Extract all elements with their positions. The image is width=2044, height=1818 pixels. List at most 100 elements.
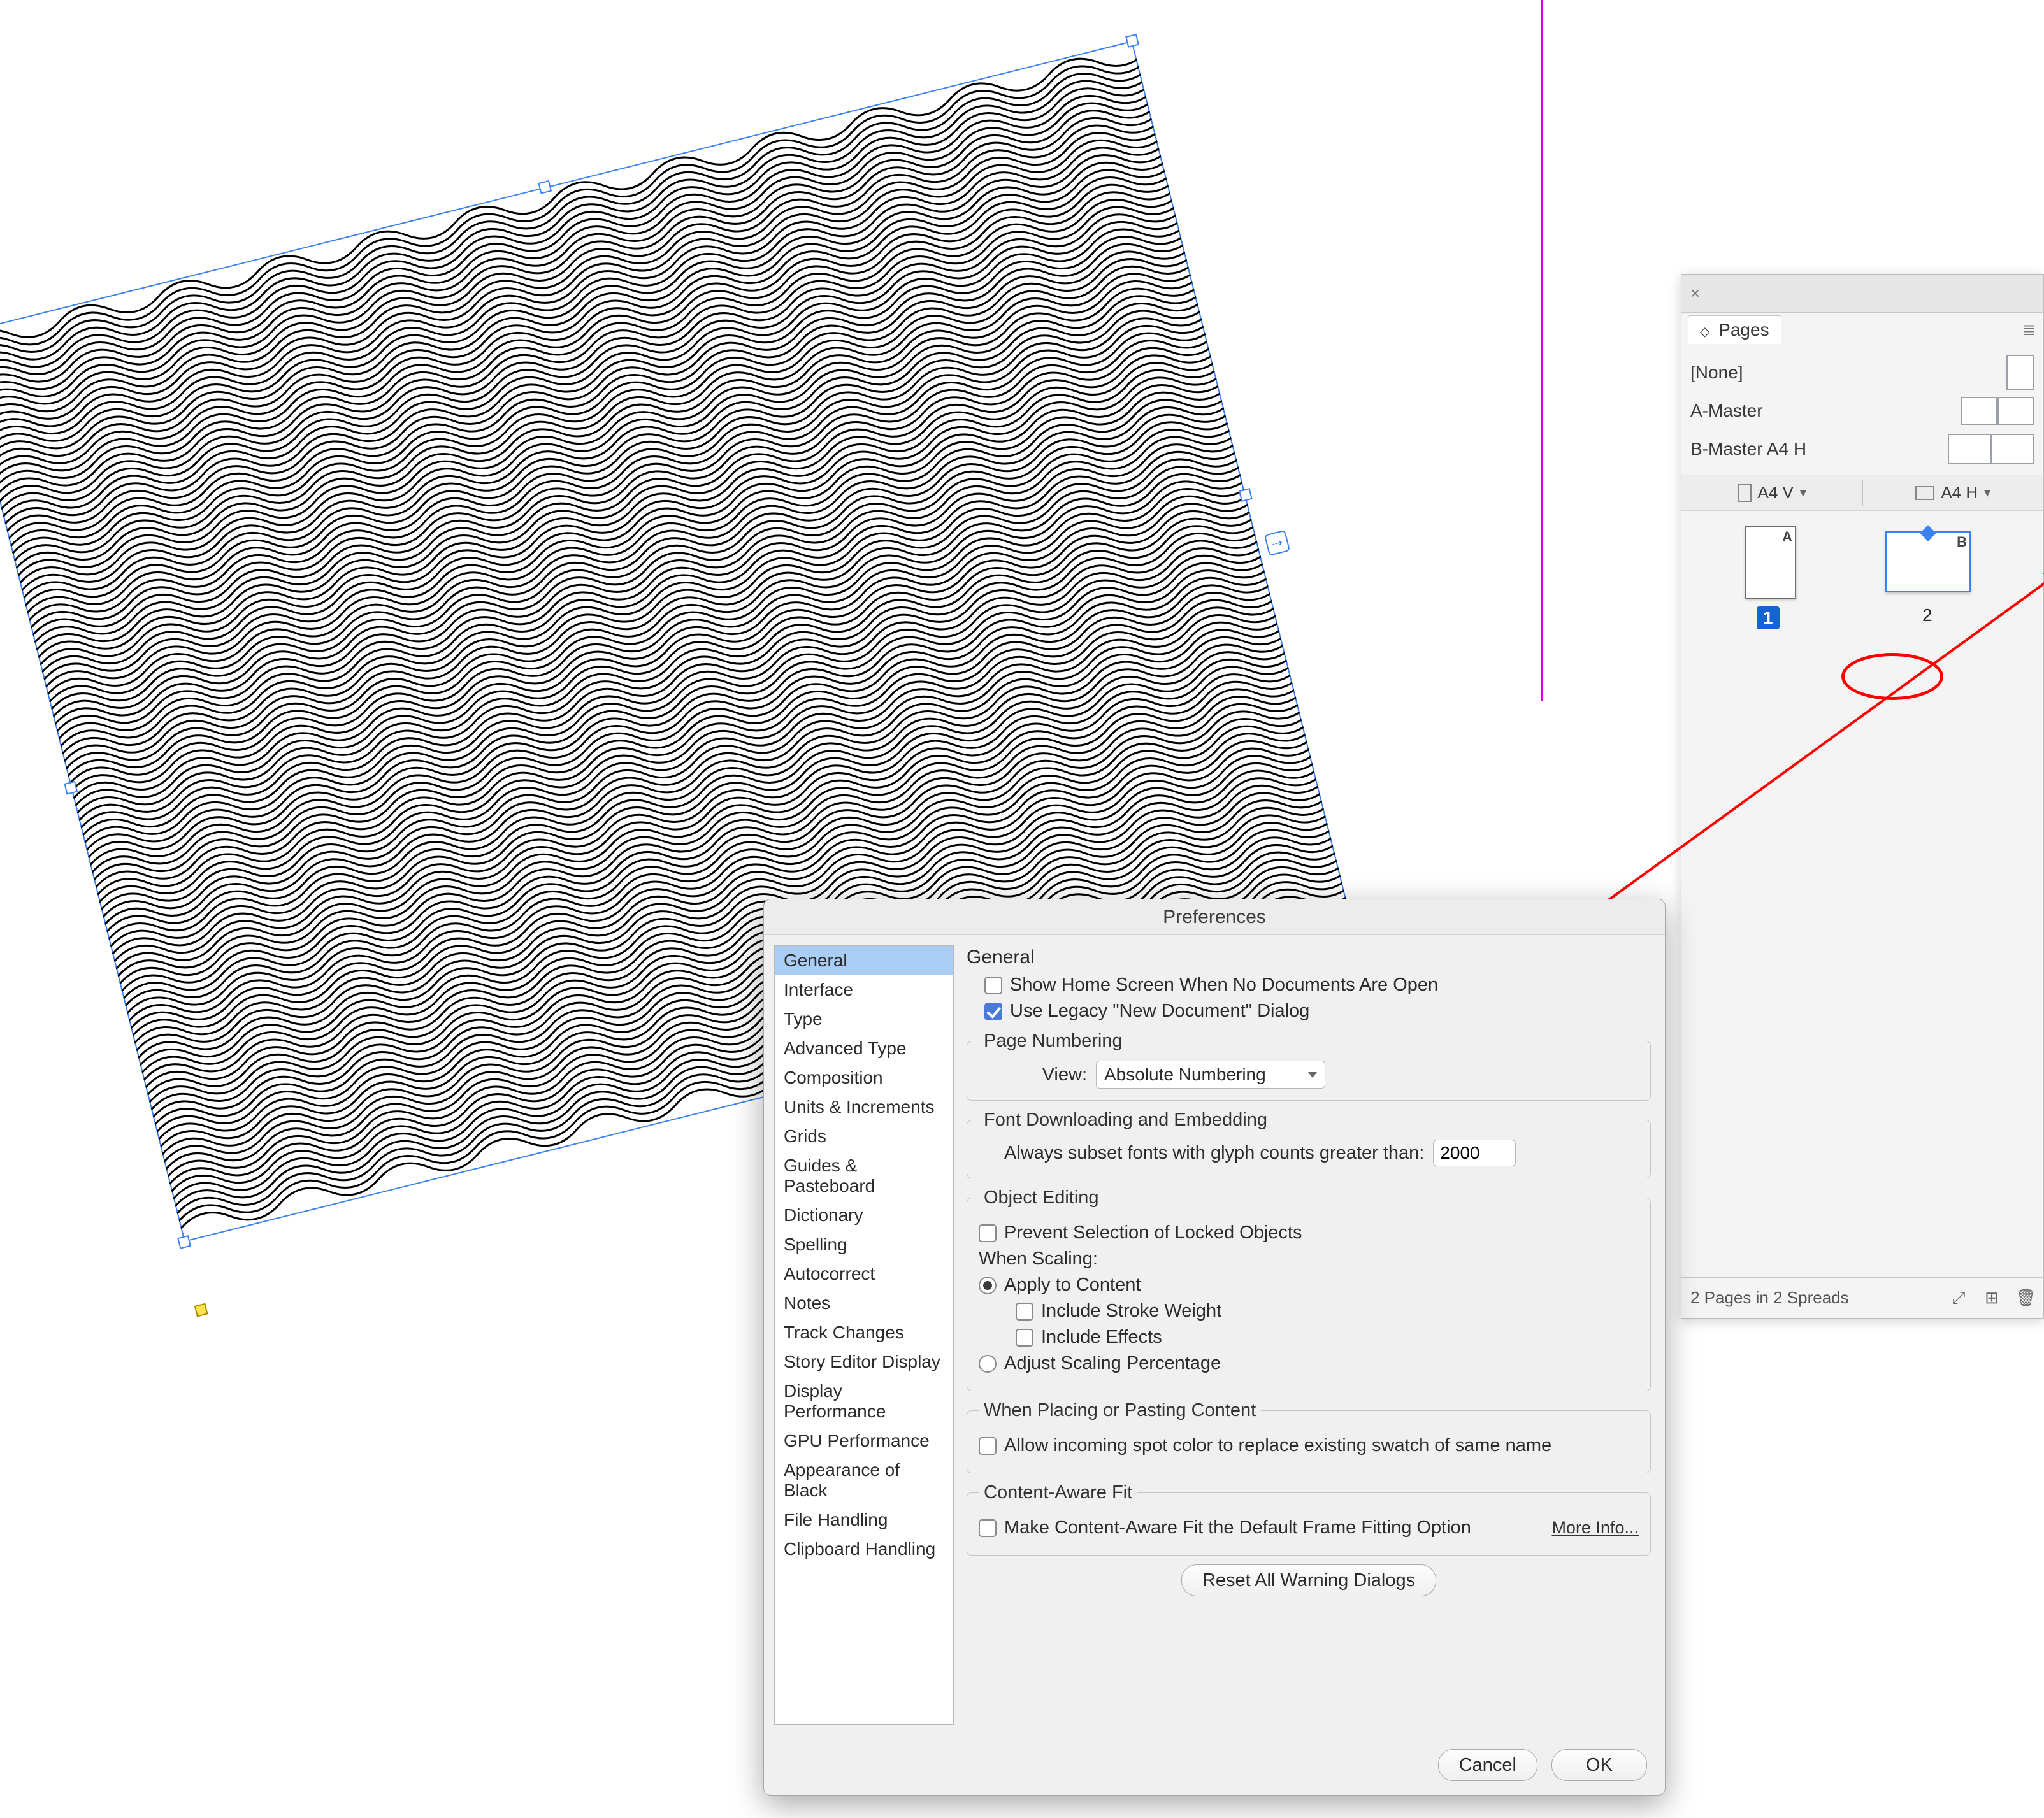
- checkbox-icon[interactable]: [979, 1437, 997, 1455]
- opt-include-effects[interactable]: Include Effects: [1016, 1327, 1639, 1348]
- handle-rotate-origin[interactable]: [194, 1303, 208, 1317]
- page-guide-vertical: [1541, 0, 1543, 701]
- prefs-category-item[interactable]: Grids: [775, 1122, 953, 1151]
- prefs-category-item[interactable]: Appearance of Black: [775, 1456, 953, 1505]
- pages-panel: × ◇ Pages ≣ [None] A-Master B-Master A4 …: [1681, 274, 2044, 1319]
- tab-label: Pages: [1718, 320, 1769, 340]
- new-page-icon[interactable]: ⊞: [1982, 1288, 2001, 1308]
- prefs-category-item[interactable]: GPU Performance: [775, 1426, 953, 1456]
- option-label: Apply to Content: [1004, 1275, 1141, 1296]
- master-letter: A: [1782, 529, 1792, 545]
- master-thumb-icon: [1948, 434, 2034, 464]
- option-label: Include Stroke Weight: [1041, 1301, 1221, 1322]
- opt-show-home[interactable]: Show Home Screen When No Documents Are O…: [984, 975, 1651, 996]
- panel-titlebar[interactable]: ×: [1681, 275, 2043, 313]
- font-subset-input[interactable]: [1433, 1140, 1516, 1166]
- pages-thumbnails-area[interactable]: A 1 B 2: [1681, 511, 2043, 1284]
- group-object-editing: Object Editing Prevent Selection of Lock…: [967, 1187, 1651, 1391]
- prefs-category-item[interactable]: Display Performance: [775, 1377, 953, 1426]
- panel-menu-icon[interactable]: ≣: [2022, 320, 2037, 340]
- active-page-flag-icon: [1920, 525, 1936, 541]
- master-label: B-Master A4 H: [1690, 439, 1806, 459]
- prefs-category-item[interactable]: Story Editor Display: [775, 1347, 953, 1377]
- page-number-1: 1: [1757, 606, 1780, 629]
- prefs-category-item[interactable]: Notes: [775, 1289, 953, 1318]
- orientation-v-icon: [1738, 484, 1752, 502]
- view-label: View:: [979, 1064, 1087, 1085]
- group-placing-content: When Placing or Pasting Content Allow in…: [967, 1400, 1651, 1473]
- prefs-content: General Show Home Screen When No Documen…: [964, 935, 1665, 1735]
- prefs-category-item[interactable]: File Handling: [775, 1505, 953, 1535]
- master-row-none[interactable]: [None]: [1690, 354, 2034, 392]
- radio-icon[interactable]: [979, 1355, 997, 1373]
- prefs-category-item[interactable]: Spelling: [775, 1230, 953, 1259]
- opt-prevent-selection[interactable]: Prevent Selection of Locked Objects: [979, 1222, 1639, 1243]
- group-legend: Object Editing: [979, 1187, 1104, 1208]
- opt-allow-spot[interactable]: Allow incoming spot color to replace exi…: [979, 1435, 1639, 1456]
- handle-tr[interactable]: [1125, 34, 1139, 48]
- prefs-category-sidebar: GeneralInterfaceTypeAdvanced TypeComposi…: [764, 935, 964, 1735]
- more-info-link[interactable]: More Info...: [1551, 1518, 1639, 1538]
- master-row-a[interactable]: A-Master: [1690, 392, 2034, 430]
- group-legend: Page Numbering: [979, 1031, 1128, 1052]
- pages-footer: 2 Pages in 2 Spreads ⤢ ⊞ 🗑: [1681, 1277, 2043, 1318]
- preferences-dialog: Preferences GeneralInterfaceTypeAdvanced…: [763, 899, 1666, 1796]
- checkbox-icon[interactable]: [1016, 1329, 1033, 1347]
- dropdown-value: Absolute Numbering: [1104, 1064, 1266, 1085]
- collapse-icon: ◇: [1700, 325, 1709, 339]
- checkbox-icon[interactable]: [979, 1519, 997, 1537]
- prefs-category-item[interactable]: Units & Increments: [775, 1092, 953, 1122]
- dialog-title[interactable]: Preferences: [764, 899, 1665, 935]
- page-thumb-1[interactable]: A: [1745, 526, 1796, 599]
- font-subset-label: Always subset fonts with glyph counts gr…: [1004, 1143, 1424, 1164]
- opt-apply-content[interactable]: Apply to Content: [979, 1275, 1639, 1296]
- checkbox-icon[interactable]: [979, 1224, 997, 1242]
- reset-warnings-button[interactable]: Reset All Warning Dialogs: [1181, 1564, 1436, 1596]
- handle-mr[interactable]: [1239, 488, 1253, 502]
- option-label: Make Content-Aware Fit the Default Frame…: [1004, 1517, 1471, 1538]
- master-letter: B: [1957, 534, 1967, 550]
- prefs-category-item[interactable]: Autocorrect: [775, 1259, 953, 1289]
- view-dropdown[interactable]: Absolute Numbering: [1096, 1061, 1325, 1089]
- ok-button[interactable]: OK: [1551, 1749, 1647, 1781]
- group-font-download: Font Downloading and Embedding Always su…: [967, 1110, 1651, 1178]
- prefs-category-list[interactable]: GeneralInterfaceTypeAdvanced TypeComposi…: [774, 945, 954, 1725]
- checkbox-icon[interactable]: [1016, 1303, 1033, 1321]
- cancel-button[interactable]: Cancel: [1438, 1749, 1537, 1781]
- prefs-category-item[interactable]: General: [775, 946, 953, 975]
- checkbox-icon[interactable]: [984, 977, 1002, 994]
- prefs-category-item[interactable]: Track Changes: [775, 1318, 953, 1347]
- prefs-category-item[interactable]: Advanced Type: [775, 1034, 953, 1063]
- group-content-aware-fit: Content-Aware Fit Make Content-Aware Fit…: [967, 1482, 1651, 1556]
- when-scaling-label: When Scaling:: [979, 1249, 1639, 1270]
- col-a4v[interactable]: A4 V ▾: [1681, 483, 1862, 503]
- prefs-category-item[interactable]: Type: [775, 1005, 953, 1034]
- group-legend: Content-Aware Fit: [979, 1482, 1137, 1503]
- col-a4h[interactable]: A4 H ▾: [1863, 483, 2044, 503]
- master-row-b[interactable]: B-Master A4 H: [1690, 430, 2034, 468]
- checkbox-icon[interactable]: [984, 1003, 1002, 1020]
- page-thumb-2[interactable]: B: [1885, 531, 1971, 592]
- group-page-numbering: Page Numbering View: Absolute Numbering: [967, 1031, 1651, 1101]
- tab-pages[interactable]: ◇ Pages: [1688, 315, 1781, 344]
- delete-page-icon[interactable]: 🗑: [2015, 1288, 2034, 1308]
- col-label: A4 H: [1941, 483, 1978, 503]
- prefs-category-item[interactable]: Guides & Pasteboard: [775, 1151, 953, 1201]
- radio-icon[interactable]: [979, 1277, 997, 1294]
- option-label: Use Legacy "New Document" Dialog: [1010, 1001, 1309, 1022]
- spreads-header: A4 V ▾ A4 H ▾: [1681, 475, 2043, 511]
- prefs-category-item[interactable]: Clipboard Handling: [775, 1535, 953, 1564]
- option-label: Prevent Selection of Locked Objects: [1004, 1222, 1302, 1243]
- group-legend: Font Downloading and Embedding: [979, 1110, 1272, 1131]
- opt-adjust-scaling[interactable]: Adjust Scaling Percentage: [979, 1353, 1639, 1374]
- edit-page-size-icon[interactable]: ⤢: [1949, 1288, 1968, 1308]
- opt-include-stroke[interactable]: Include Stroke Weight: [1016, 1301, 1639, 1322]
- prefs-category-item[interactable]: Dictionary: [775, 1201, 953, 1230]
- close-icon[interactable]: ×: [1690, 283, 1700, 303]
- text-thread-out-port-icon[interactable]: ⇢: [1264, 530, 1290, 556]
- orientation-h-icon: [1915, 486, 1934, 500]
- prefs-category-item[interactable]: Composition: [775, 1063, 953, 1092]
- opt-legacy-dialog[interactable]: Use Legacy "New Document" Dialog: [984, 1001, 1651, 1022]
- prefs-category-item[interactable]: Interface: [775, 975, 953, 1005]
- masters-section: [None] A-Master B-Master A4 H: [1681, 347, 2043, 475]
